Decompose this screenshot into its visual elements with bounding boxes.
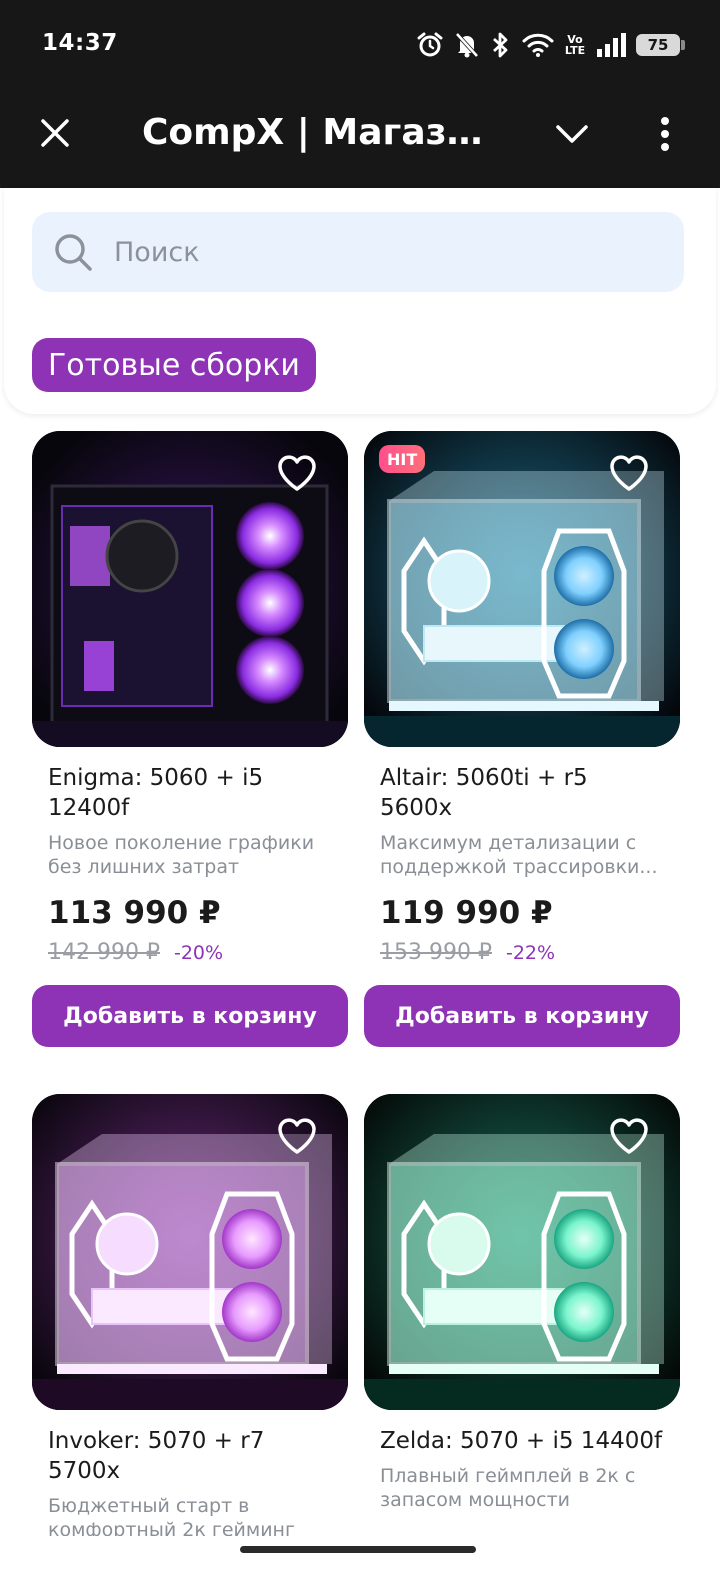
more-button[interactable]	[650, 112, 680, 156]
search-bar[interactable]	[32, 212, 684, 292]
product-description: Новое поколение графики без лишних затра…	[48, 832, 315, 878]
product-description: Плавный геймплей в 2к с запасом мощности	[380, 1465, 636, 1511]
product-description: Максимум детализации с поддержкой трасси…	[380, 832, 658, 878]
heart-icon[interactable]	[276, 1116, 318, 1156]
price-old-row: 153 990 ₽ -22%	[380, 940, 555, 965]
close-button[interactable]	[34, 112, 76, 154]
more-vertical-icon	[661, 117, 669, 151]
header-sheet: Готовые сборки	[4, 188, 716, 414]
product-card[interactable]: Enigma: 5060 + i5 12400f Новое поколение…	[32, 431, 348, 1047]
product-description: Бюджетный старт в комфортный 2к гейминг	[48, 1495, 295, 1541]
product-card[interactable]: Invoker: 5070 + r7 5700x Бюджетный старт…	[32, 1094, 348, 1542]
old-price: 142 990 ₽	[48, 940, 160, 965]
hit-badge: HIT	[379, 445, 426, 473]
heart-icon[interactable]	[276, 453, 318, 493]
status-icons: Vo LTE 75	[416, 28, 685, 62]
product-price: 113 990 ₽	[48, 895, 221, 931]
product-name: Altair: 5060ti + r5 5600x	[380, 765, 588, 821]
product-card[interactable]: HIT Altair: 5060ti + r5 5600x Максимум д…	[364, 431, 680, 1047]
product-price: 119 990 ₽	[380, 895, 553, 931]
product-image[interactable]	[32, 431, 348, 747]
close-icon	[41, 119, 69, 147]
heart-icon[interactable]	[608, 1116, 650, 1156]
expand-button[interactable]	[552, 114, 592, 154]
product-image[interactable]	[364, 1094, 680, 1410]
old-price: 153 990 ₽	[380, 940, 492, 965]
search-icon	[52, 231, 94, 273]
product-image[interactable]: HIT	[364, 431, 680, 747]
product-card[interactable]: Zelda: 5070 + i5 14400f Плавный геймплей…	[364, 1094, 680, 1512]
page-title: CompX | Магазин...	[142, 112, 502, 153]
status-bar: 14:37 Vo LTE 75	[0, 0, 720, 90]
mute-icon	[454, 31, 480, 59]
product-name: Zelda: 5070 + i5 14400f	[380, 1428, 663, 1454]
home-gesture-handle[interactable]	[240, 1546, 476, 1553]
discount-label: -20%	[173, 941, 224, 964]
heart-icon[interactable]	[608, 453, 650, 493]
status-time: 14:37	[42, 30, 118, 56]
price-old-row: 142 990 ₽ -20%	[48, 940, 223, 965]
discount-label: -22%	[505, 941, 556, 964]
alarm-icon	[416, 31, 444, 59]
add-to-cart-button[interactable]: Добавить в корзину	[364, 985, 680, 1047]
add-to-cart-button[interactable]: Добавить в корзину	[32, 985, 348, 1047]
product-name: Invoker: 5070 + r7 5700x	[48, 1428, 265, 1484]
battery-icon: 75	[636, 34, 685, 56]
category-chip[interactable]: Готовые сборки	[32, 338, 316, 392]
signal-icon	[596, 32, 626, 58]
bluetooth-icon	[490, 31, 512, 59]
chevron-down-icon	[556, 125, 588, 143]
app-bar: CompX | Магазин...	[0, 90, 720, 188]
wifi-icon	[522, 32, 554, 58]
product-name: Enigma: 5060 + i5 12400f	[48, 765, 264, 821]
volte-icon: Vo LTE	[564, 33, 586, 57]
system-nav-bar	[0, 1536, 720, 1585]
search-input[interactable]	[114, 236, 614, 268]
product-image[interactable]	[32, 1094, 348, 1410]
